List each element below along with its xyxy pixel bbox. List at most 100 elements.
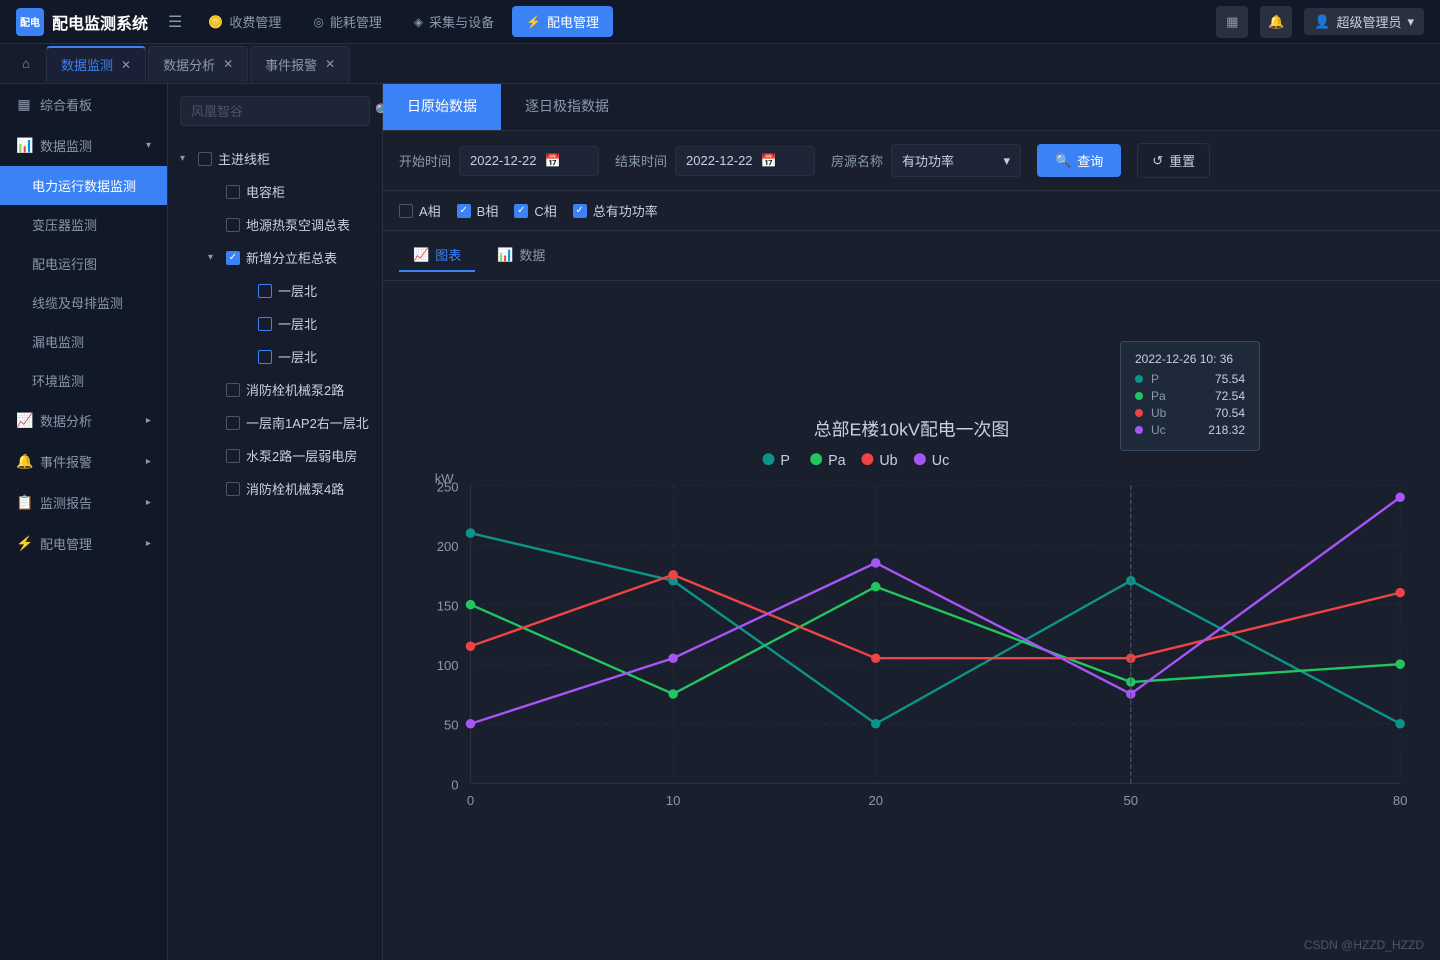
tree-node-row-capacitor[interactable]: ▾ 电容柜 bbox=[184, 175, 382, 208]
tree-node-row-water-pump[interactable]: ▾ 水泵2路一层弱电房 bbox=[184, 439, 382, 472]
tab-close-analysis[interactable]: ✕ bbox=[223, 57, 233, 71]
menu-icon[interactable]: ☰ bbox=[168, 12, 182, 32]
sidebar-item-power-diagram[interactable]: 配电运行图 bbox=[0, 244, 167, 283]
sidebar-group-data-analysis[interactable]: 📈 数据分析 ▾ bbox=[0, 400, 167, 441]
tree-node-row-new-cabinet[interactable]: ▾ 新增分立柜总表 bbox=[184, 241, 382, 274]
data-icon: 📊 bbox=[497, 247, 513, 263]
sidebar-group-power-mgmt[interactable]: ⚡ 配电管理 ▾ bbox=[0, 523, 167, 564]
tab-raw-data[interactable]: 日原始数据 bbox=[383, 84, 501, 130]
chart-tooltip: 2022-12-26 10: 36 P 75.54 Pa 72.54 Ub bbox=[1120, 341, 1260, 451]
chart-svg-container: 总部E楼10kV配电一次图 P Pa Ub Uc kW bbox=[383, 281, 1440, 960]
tree-checkbox-capacitor[interactable] bbox=[226, 185, 240, 199]
fees-icon: 🪙 bbox=[208, 15, 223, 29]
tree-node-row-floor1-north-2[interactable]: ▾ 一层北 bbox=[200, 307, 382, 340]
event-alert-chevron: ▾ bbox=[143, 459, 154, 464]
cb-total-power[interactable]: 总有功功率 bbox=[573, 201, 658, 220]
tooltip-dot-Pa bbox=[1135, 392, 1143, 400]
reset-button[interactable]: ↺ 重置 bbox=[1137, 143, 1210, 178]
tree-checkbox-new-cabinet[interactable] bbox=[226, 251, 240, 265]
home-tab[interactable]: ⌂ bbox=[8, 46, 44, 82]
dot-Pa-10 bbox=[668, 689, 678, 699]
tree-node-row-floor1-north-1[interactable]: ▾ 一层北 bbox=[200, 274, 382, 307]
sidebar-group-event-alert[interactable]: 🔔 事件报警 ▾ bbox=[0, 441, 167, 482]
room-select[interactable]: 有功功率 ▾ bbox=[891, 144, 1021, 177]
tree-search: 🔍 bbox=[168, 84, 382, 138]
cb-box-a-phase[interactable] bbox=[399, 204, 413, 218]
sidebar-group-monitor-report[interactable]: 📋 监测报告 ▾ bbox=[0, 482, 167, 523]
cb-box-c-phase[interactable] bbox=[514, 204, 528, 218]
sidebar-item-cable-monitor[interactable]: 线缆及母排监测 bbox=[0, 283, 167, 322]
chart-panel: 日原始数据 逐日极指数据 开始时间 2022-12-22 📅 结束时间 2022… bbox=[383, 84, 1440, 960]
tree-node-row-fire-pump2[interactable]: ▾ 消防栓机械泵2路 bbox=[184, 373, 382, 406]
user-info[interactable]: 👤 超级管理员 ▾ bbox=[1304, 8, 1424, 35]
tree-checkbox-floor1-north-3[interactable] bbox=[258, 350, 272, 364]
dot-Pa-20 bbox=[871, 582, 881, 592]
sidebar-item-overview[interactable]: ▦ 综合看板 bbox=[0, 84, 167, 125]
tab-daily-data[interactable]: 逐日极指数据 bbox=[501, 84, 633, 130]
sidebar-group-data-monitor: 📊 数据监测 ▾ 电力运行数据监测 变压器监测 配电运行图 线缆及母排监测 bbox=[0, 125, 167, 400]
end-date-input[interactable]: 2022-12-22 📅 bbox=[675, 146, 815, 176]
dot-Uc-80 bbox=[1395, 493, 1405, 503]
collect-icon: ◈ bbox=[414, 15, 423, 29]
tree-checkbox-fire-pump2[interactable] bbox=[226, 383, 240, 397]
tree-node-row-floor1-south[interactable]: ▾ 一层南1AP2右一层北 bbox=[184, 406, 382, 439]
query-button[interactable]: 🔍 查询 bbox=[1037, 144, 1121, 177]
tab-close-alerts[interactable]: ✕ bbox=[325, 57, 335, 71]
view-tab-data[interactable]: 📊 数据 bbox=[483, 239, 559, 272]
y-label-150: 150 bbox=[437, 599, 459, 614]
tooltip-row-P: P 75.54 bbox=[1135, 372, 1245, 386]
legend-pa-dot bbox=[810, 453, 822, 465]
tab-monitor[interactable]: 数据监测 ✕ bbox=[46, 46, 146, 82]
data-monitor-chevron: ▾ bbox=[146, 140, 151, 151]
tooltip-row-Ub: Ub 70.54 bbox=[1135, 406, 1245, 420]
data-monitor-icon: 📊 bbox=[16, 137, 32, 154]
monitor-report-icon: 📋 bbox=[16, 494, 32, 511]
bell-btn[interactable]: 🔔 bbox=[1260, 6, 1292, 38]
tree-node-row-fire-pump4[interactable]: ▾ 消防栓机械泵4路 bbox=[184, 472, 382, 505]
dot-P-80 bbox=[1395, 719, 1405, 729]
nav-collect[interactable]: ◈ 采集与设备 bbox=[400, 6, 508, 37]
power-mgmt-chevron: ▾ bbox=[143, 541, 154, 546]
tree-checkbox-floor1-north-2[interactable] bbox=[258, 317, 272, 331]
tree-search-input[interactable] bbox=[191, 104, 367, 119]
tree-checkbox-floor1-north-1[interactable] bbox=[258, 284, 272, 298]
end-calendar-icon: 📅 bbox=[761, 153, 777, 169]
tab-analysis[interactable]: 数据分析 ✕ bbox=[148, 46, 248, 82]
start-calendar-icon: 📅 bbox=[545, 153, 561, 169]
sidebar-group-data-monitor-header[interactable]: 📊 数据监测 ▾ bbox=[0, 125, 167, 166]
grid-btn[interactable]: ▦ bbox=[1216, 6, 1248, 38]
tree-checkbox-heatpump[interactable] bbox=[226, 218, 240, 232]
tab-alerts[interactable]: 事件报警 ✕ bbox=[250, 46, 350, 82]
cb-b-phase[interactable]: B相 bbox=[457, 201, 499, 220]
cb-a-phase[interactable]: A相 bbox=[399, 201, 441, 220]
sidebar-item-leakage[interactable]: 漏电监测 bbox=[0, 322, 167, 361]
nav-power[interactable]: ⚡ 配电管理 bbox=[512, 6, 613, 37]
sidebar-item-transformer[interactable]: 变压器监测 bbox=[0, 205, 167, 244]
tree-search-box: 🔍 bbox=[180, 96, 370, 126]
tab-close-monitor[interactable]: ✕ bbox=[121, 58, 131, 72]
room-name-group: 房源名称 有功功率 ▾ bbox=[831, 144, 1021, 177]
tree-checkbox-main-line[interactable] bbox=[198, 152, 212, 166]
line-Ub bbox=[471, 575, 1401, 658]
tree-checkbox-water-pump[interactable] bbox=[226, 449, 240, 463]
tree-checkbox-floor1-south[interactable] bbox=[226, 416, 240, 430]
x-label-80: 80 bbox=[1393, 793, 1408, 808]
tree-checkbox-fire-pump4[interactable] bbox=[226, 482, 240, 496]
nav-energy[interactable]: ◎ 能耗管理 bbox=[299, 6, 396, 37]
nav-fees[interactable]: 🪙 收费管理 bbox=[194, 6, 295, 37]
tree-node-row-floor1-north-3[interactable]: ▾ 一层北 bbox=[200, 340, 382, 373]
tree-node-row-main-line[interactable]: ▾ 主进线柜 bbox=[168, 142, 382, 175]
start-date-input[interactable]: 2022-12-22 📅 bbox=[459, 146, 599, 176]
overview-icon: ▦ bbox=[16, 96, 32, 113]
chart-main-tabs: 日原始数据 逐日极指数据 bbox=[383, 84, 1440, 131]
cb-box-b-phase[interactable] bbox=[457, 204, 471, 218]
tree-node-row-heatpump[interactable]: ▾ 地源热泵空调总表 bbox=[184, 208, 382, 241]
sidebar: ▦ 综合看板 📊 数据监测 ▾ 电力运行数据监测 变压器监测 配电运行图 bbox=[0, 84, 168, 960]
sidebar-item-power-monitor[interactable]: 电力运行数据监测 bbox=[0, 166, 167, 205]
dot-Uc-0 bbox=[466, 719, 476, 729]
cb-c-phase[interactable]: C相 bbox=[514, 201, 556, 220]
cb-box-total-power[interactable] bbox=[573, 204, 587, 218]
view-tab-chart[interactable]: 📈 图表 bbox=[399, 239, 475, 272]
start-time-group: 开始时间 2022-12-22 📅 bbox=[399, 146, 599, 176]
sidebar-item-environment[interactable]: 环境监测 bbox=[0, 361, 167, 400]
